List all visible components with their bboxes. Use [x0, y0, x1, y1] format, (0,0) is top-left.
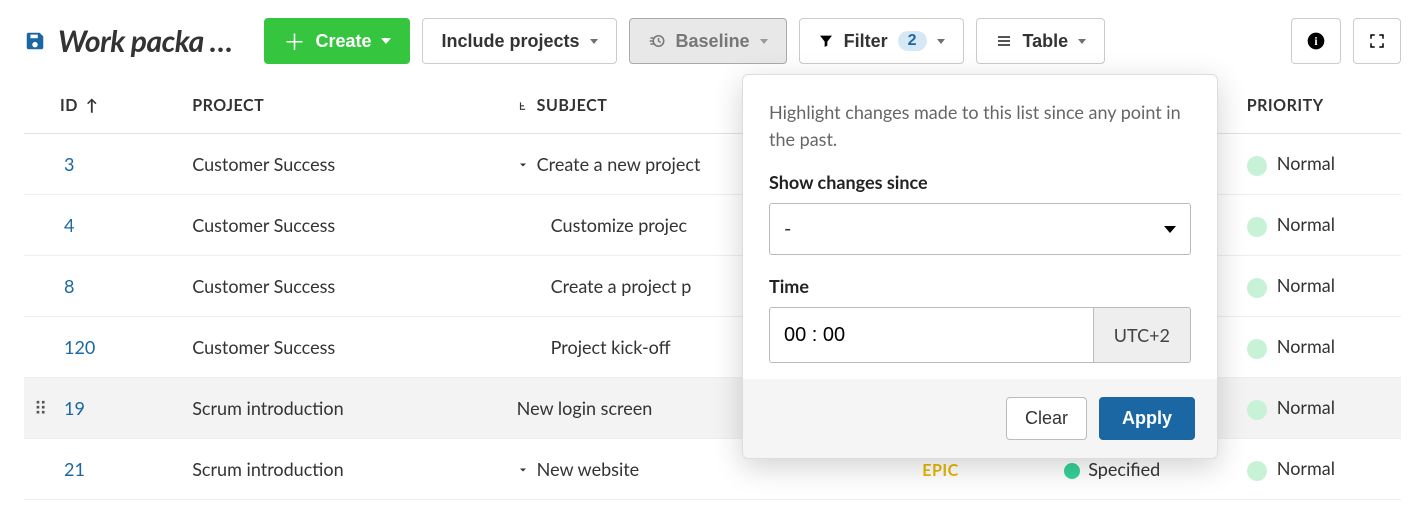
id-cell[interactable]: 3 [54, 153, 174, 175]
view-mode-label: Table [1023, 31, 1069, 52]
caret-down-icon [937, 39, 945, 44]
priority-cell: Normal [1239, 134, 1401, 195]
project-cell: Customer Success [184, 256, 508, 317]
include-projects-button[interactable]: Include projects [422, 18, 616, 64]
filter-label: Filter [844, 31, 888, 52]
create-button[interactable]: ＋ Create [264, 18, 410, 64]
timezone-badge: UTC+2 [1093, 307, 1191, 363]
info-icon: i [1306, 31, 1326, 51]
save-icon[interactable] [24, 30, 46, 52]
id-cell[interactable]: 8 [54, 275, 174, 297]
caret-down-icon [1078, 39, 1086, 44]
fullscreen-icon [1368, 32, 1386, 50]
title-area: Work packa … [24, 23, 232, 59]
view-mode-button[interactable]: Table [976, 18, 1106, 64]
column-header-priority[interactable]: PRIORITY [1239, 82, 1401, 134]
id-cell[interactable]: 4 [54, 214, 174, 236]
page-title[interactable]: Work packa … [58, 23, 232, 59]
expand-caret-icon[interactable] [517, 464, 531, 476]
caret-down-icon [590, 39, 598, 44]
priority-cell: Normal [1239, 378, 1401, 439]
priority-cell: Normal [1239, 439, 1401, 500]
create-label: Create [315, 31, 371, 52]
priority-cell: Normal [1239, 256, 1401, 317]
include-projects-label: Include projects [441, 31, 579, 52]
toolbar: Work packa … ＋ Create Include projects B… [0, 0, 1425, 82]
caret-down-icon [381, 38, 391, 44]
plus-icon: ＋ [283, 25, 305, 57]
show-changes-since-select[interactable]: - [769, 203, 1191, 255]
time-input[interactable] [769, 307, 1093, 363]
info-button[interactable]: i [1291, 18, 1341, 64]
clear-button[interactable]: Clear [1006, 397, 1087, 440]
project-cell: Customer Success [184, 317, 508, 378]
column-header-id[interactable]: ID↑ [24, 82, 184, 134]
expand-caret-icon[interactable] [517, 159, 531, 171]
popover-help-text: Highlight changes made to this list sinc… [769, 99, 1191, 153]
hierarchy-icon [517, 100, 531, 114]
project-cell: Scrum introduction [184, 378, 508, 439]
priority-cell: Normal [1239, 317, 1401, 378]
id-cell[interactable]: 19 [54, 397, 174, 419]
project-cell: Customer Success [184, 195, 508, 256]
drag-handle-icon[interactable]: ⠿ [32, 397, 54, 420]
fullscreen-button[interactable] [1353, 18, 1401, 64]
apply-button[interactable]: Apply [1099, 397, 1195, 440]
baseline-label: Baseline [676, 31, 750, 52]
id-cell[interactable]: 120 [54, 336, 174, 358]
baseline-button[interactable]: Baseline [629, 18, 787, 64]
sort-ascending-icon: ↑ [86, 96, 99, 115]
filter-icon [818, 33, 834, 49]
caret-down-icon [760, 39, 768, 44]
caret-down-icon [1164, 226, 1176, 233]
filter-count-badge: 2 [898, 31, 927, 51]
filter-button[interactable]: Filter 2 [799, 18, 964, 64]
baseline-icon [648, 32, 666, 50]
priority-cell: Normal [1239, 195, 1401, 256]
time-label: Time [769, 275, 1191, 297]
baseline-popover: Highlight changes made to this list sinc… [742, 74, 1218, 459]
select-value: - [784, 217, 791, 241]
column-header-project[interactable]: PROJECT [184, 82, 508, 134]
table-icon [995, 33, 1013, 49]
project-cell: Scrum introduction [184, 439, 508, 500]
project-cell: Customer Success [184, 134, 508, 195]
id-cell[interactable]: 21 [54, 458, 174, 480]
show-changes-since-label: Show changes since [769, 171, 1191, 193]
